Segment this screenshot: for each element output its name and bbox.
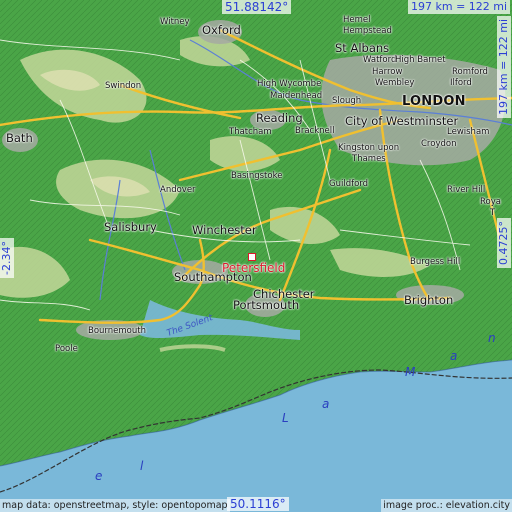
place-hempstead: Hempstead (343, 26, 392, 36)
place-reading: Reading (256, 111, 303, 125)
sea-letter-e: e (95, 469, 103, 483)
place-croydon: Croydon (421, 139, 457, 149)
sea-letter-m: M (405, 365, 416, 379)
place-bournemouth: Bournemouth (88, 326, 146, 336)
sea-letter-l2: l (140, 459, 144, 473)
bottom-latitude: 50.1116° (227, 497, 289, 511)
place-london: LONDON (402, 94, 466, 109)
place-maidenhead: Maidenhead (270, 91, 323, 101)
place-bracknell: Bracknell (295, 126, 335, 136)
place-slough: Slough (332, 96, 362, 106)
place-st-albans: St Albans (335, 41, 390, 55)
place-guildford: Guildford (329, 179, 369, 189)
place-witney: Witney (160, 17, 190, 27)
sea-letter-a2: a (450, 349, 458, 363)
place-kingston-1: Kingston upon (338, 143, 400, 153)
sea-letter-a1: a (322, 397, 330, 411)
petersfield-marker[interactable] (248, 253, 256, 261)
credit-map-data: map data: openstreetmap, style: opentopo… (0, 499, 230, 512)
place-thatcham: Thatcham (229, 127, 272, 137)
map-terrain (0, 0, 512, 493)
place-city-of-westminster: City of Westminster (345, 114, 459, 128)
place-andover: Andover (160, 185, 196, 195)
place-high-barnet: High Barnet (395, 55, 446, 65)
sea-letter-l: L (282, 411, 289, 425)
place-kingston-2: Thames (352, 154, 386, 164)
place-swindon: Swindon (105, 81, 142, 91)
place-bath: Bath (6, 131, 33, 145)
right-scale: 197 km = 122 mi (497, 15, 511, 118)
place-burgess-hill: Burgess Hill (410, 257, 461, 267)
place-lewisham: Lewisham (447, 127, 490, 137)
place-southampton: Southampton (174, 270, 252, 284)
place-royal-1: Roya (480, 197, 501, 207)
place-salisbury: Salisbury (104, 220, 157, 234)
place-hemel: Hemel (343, 15, 371, 25)
left-longitude: -2.34° (0, 238, 14, 278)
place-winchester: Winchester (192, 223, 257, 237)
place-brighton: Brighton (404, 293, 454, 307)
place-high-wycombe: High Wycombe (257, 79, 322, 89)
map-view[interactable]: Witney Oxford Hemel Hempstead St Albans … (0, 0, 512, 512)
place-ilford: Ilford (450, 78, 472, 88)
place-river-hill: River Hill (447, 185, 486, 195)
place-wembley: Wembley (375, 78, 415, 88)
right-longitude: 0.4725° (497, 218, 511, 268)
place-royal-2: T (490, 208, 496, 218)
sea-letter-n: n (488, 331, 496, 345)
top-latitude: 51.88142° (222, 0, 292, 14)
place-watford: Watford (363, 55, 397, 65)
place-basingstoke: Basingstoke (231, 171, 283, 181)
place-oxford: Oxford (202, 23, 241, 37)
top-scale: 197 km = 122 mi (408, 0, 511, 14)
place-romford: Romford (452, 67, 488, 77)
place-portsmouth: Portsmouth (233, 298, 300, 312)
place-poole: Poole (55, 344, 78, 354)
credit-image-proc: image proc.: elevation.city (381, 499, 512, 512)
place-harrow: Harrow (372, 67, 403, 77)
